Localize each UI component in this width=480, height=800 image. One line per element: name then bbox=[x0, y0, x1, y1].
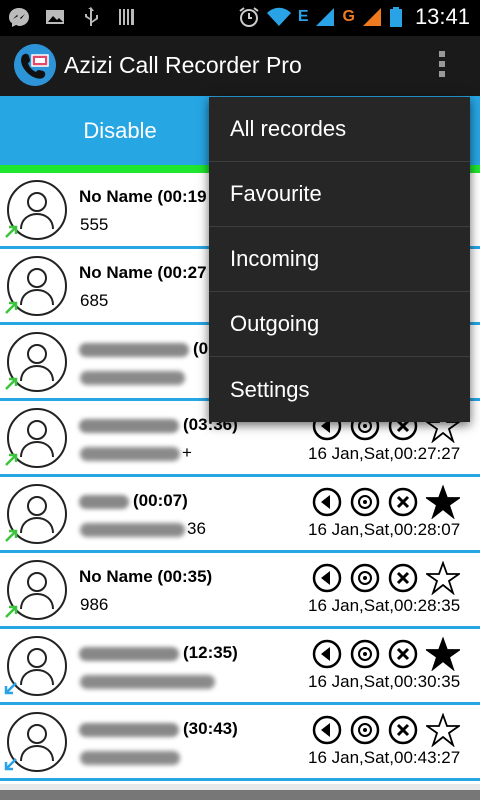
contact-number: 685 bbox=[80, 291, 109, 310]
signal-icon-1 bbox=[316, 8, 335, 26]
share-icon[interactable] bbox=[350, 715, 380, 745]
contact-number: 36 bbox=[187, 519, 206, 538]
blurred-number bbox=[80, 751, 180, 765]
play-icon[interactable] bbox=[312, 715, 342, 745]
overflow-menu-icon[interactable] bbox=[430, 48, 454, 84]
contact-name-text: No Name (00:27 bbox=[79, 263, 207, 282]
blurred-number bbox=[80, 447, 180, 461]
recording-date: 16 Jan,Sat,00:28:07 bbox=[308, 520, 461, 539]
menu-item-all-recordes[interactable]: All recordes bbox=[209, 97, 470, 162]
barcode-icon bbox=[119, 9, 134, 25]
wifi-icon bbox=[266, 7, 291, 26]
delete-icon[interactable] bbox=[388, 563, 418, 593]
menu-item-incoming[interactable]: Incoming bbox=[209, 227, 470, 292]
share-icon[interactable] bbox=[350, 487, 380, 517]
list-item[interactable]: (30:43) 16 Jan,Sat,00:43:27 bbox=[0, 705, 480, 781]
play-icon[interactable] bbox=[312, 487, 342, 517]
signal-icon-2 bbox=[362, 8, 381, 26]
blurred-name bbox=[79, 722, 179, 737]
network-g-label: G bbox=[342, 8, 355, 25]
row-actions bbox=[312, 485, 460, 519]
contact-name: (12:35) bbox=[79, 643, 238, 663]
row-actions bbox=[312, 561, 460, 595]
contact-name-text: (00:07) bbox=[133, 491, 188, 510]
outgoing-call-icon bbox=[5, 301, 18, 314]
blurred-number bbox=[80, 523, 185, 537]
list-item[interactable]: (00:07) 36 16 Jan,Sat,00:28:07 bbox=[0, 477, 480, 553]
contact-name-text: (12:35) bbox=[183, 643, 238, 662]
favourite-star-icon[interactable] bbox=[426, 713, 460, 747]
battery-icon bbox=[389, 7, 402, 27]
recording-date: 16 Jan,Sat,00:27:27 bbox=[308, 444, 461, 463]
outgoing-call-icon bbox=[5, 605, 18, 618]
clock: 13:41 bbox=[414, 4, 470, 29]
app-title: Azizi Call Recorder Pro bbox=[64, 52, 302, 78]
favourite-star-icon[interactable] bbox=[426, 637, 460, 671]
contact-name: No Name (00:35) bbox=[79, 567, 212, 587]
contact-name: (0 bbox=[79, 339, 208, 359]
contact-name-text: No Name (00:19 bbox=[79, 187, 207, 206]
menu-item-outgoing[interactable]: Outgoing bbox=[209, 292, 470, 357]
blurred-name bbox=[79, 494, 129, 509]
blurred-number bbox=[80, 371, 185, 385]
contact-number: 555 bbox=[80, 215, 109, 234]
list-item[interactable]: (12:35) 16 Jan,Sat,00:30:35 bbox=[0, 629, 480, 705]
action-bar: Azizi Call Recorder Pro bbox=[0, 36, 480, 96]
contact-name-text: No Name (00:35) bbox=[79, 567, 213, 586]
play-icon[interactable] bbox=[312, 563, 342, 593]
alarm-icon bbox=[239, 7, 259, 27]
overflow-menu: All recordes Favourite Incoming Outgoing… bbox=[209, 97, 470, 422]
row-actions bbox=[312, 637, 460, 671]
delete-icon[interactable] bbox=[388, 487, 418, 517]
delete-icon[interactable] bbox=[388, 639, 418, 669]
status-bar: E G 13:41 bbox=[0, 0, 480, 36]
play-icon[interactable] bbox=[312, 639, 342, 669]
app-logo-icon bbox=[14, 44, 56, 86]
outgoing-call-icon bbox=[5, 529, 18, 542]
incoming-call-icon bbox=[4, 682, 17, 695]
network-e-label: E bbox=[297, 8, 309, 25]
image-icon bbox=[46, 10, 64, 24]
share-icon[interactable] bbox=[350, 563, 380, 593]
share-icon[interactable] bbox=[350, 639, 380, 669]
contact-name: (00:07) bbox=[79, 491, 188, 511]
blurred-name bbox=[79, 418, 179, 433]
contact-name: No Name (00:19 bbox=[79, 187, 207, 207]
contact-number: 986 bbox=[80, 595, 109, 614]
delete-icon[interactable] bbox=[388, 715, 418, 745]
messenger-icon bbox=[9, 8, 29, 27]
contact-name: (30:43) bbox=[79, 719, 238, 739]
incoming-call-icon bbox=[4, 758, 17, 771]
blurred-name bbox=[79, 342, 189, 357]
contact-name-text: (30:43) bbox=[183, 719, 238, 738]
disable-button[interactable]: Disable bbox=[0, 96, 240, 165]
favourite-star-icon[interactable] bbox=[426, 485, 460, 519]
partial-ad-bar bbox=[0, 790, 480, 800]
outgoing-call-icon bbox=[5, 453, 18, 466]
favourite-star-icon[interactable] bbox=[426, 561, 460, 595]
recording-date: 16 Jan,Sat,00:28:35 bbox=[308, 596, 461, 615]
blurred-name bbox=[79, 646, 179, 661]
outgoing-call-icon bbox=[5, 377, 18, 390]
recording-date: 16 Jan,Sat,00:43:27 bbox=[308, 748, 461, 767]
contact-number: + bbox=[182, 443, 192, 462]
menu-item-favourite[interactable]: Favourite bbox=[209, 162, 470, 227]
blurred-number bbox=[80, 675, 215, 689]
list-item[interactable]: No Name (00:35) 986 16 Jan,Sat,00:28:35 bbox=[0, 553, 480, 629]
usb-icon bbox=[85, 7, 98, 26]
recording-date: 16 Jan,Sat,00:30:35 bbox=[308, 672, 461, 691]
menu-item-settings[interactable]: Settings bbox=[209, 357, 470, 422]
row-actions bbox=[312, 713, 460, 747]
outgoing-call-icon bbox=[5, 225, 18, 238]
contact-name: No Name (00:27 bbox=[79, 263, 207, 283]
contact-name-text: (0 bbox=[193, 339, 209, 358]
